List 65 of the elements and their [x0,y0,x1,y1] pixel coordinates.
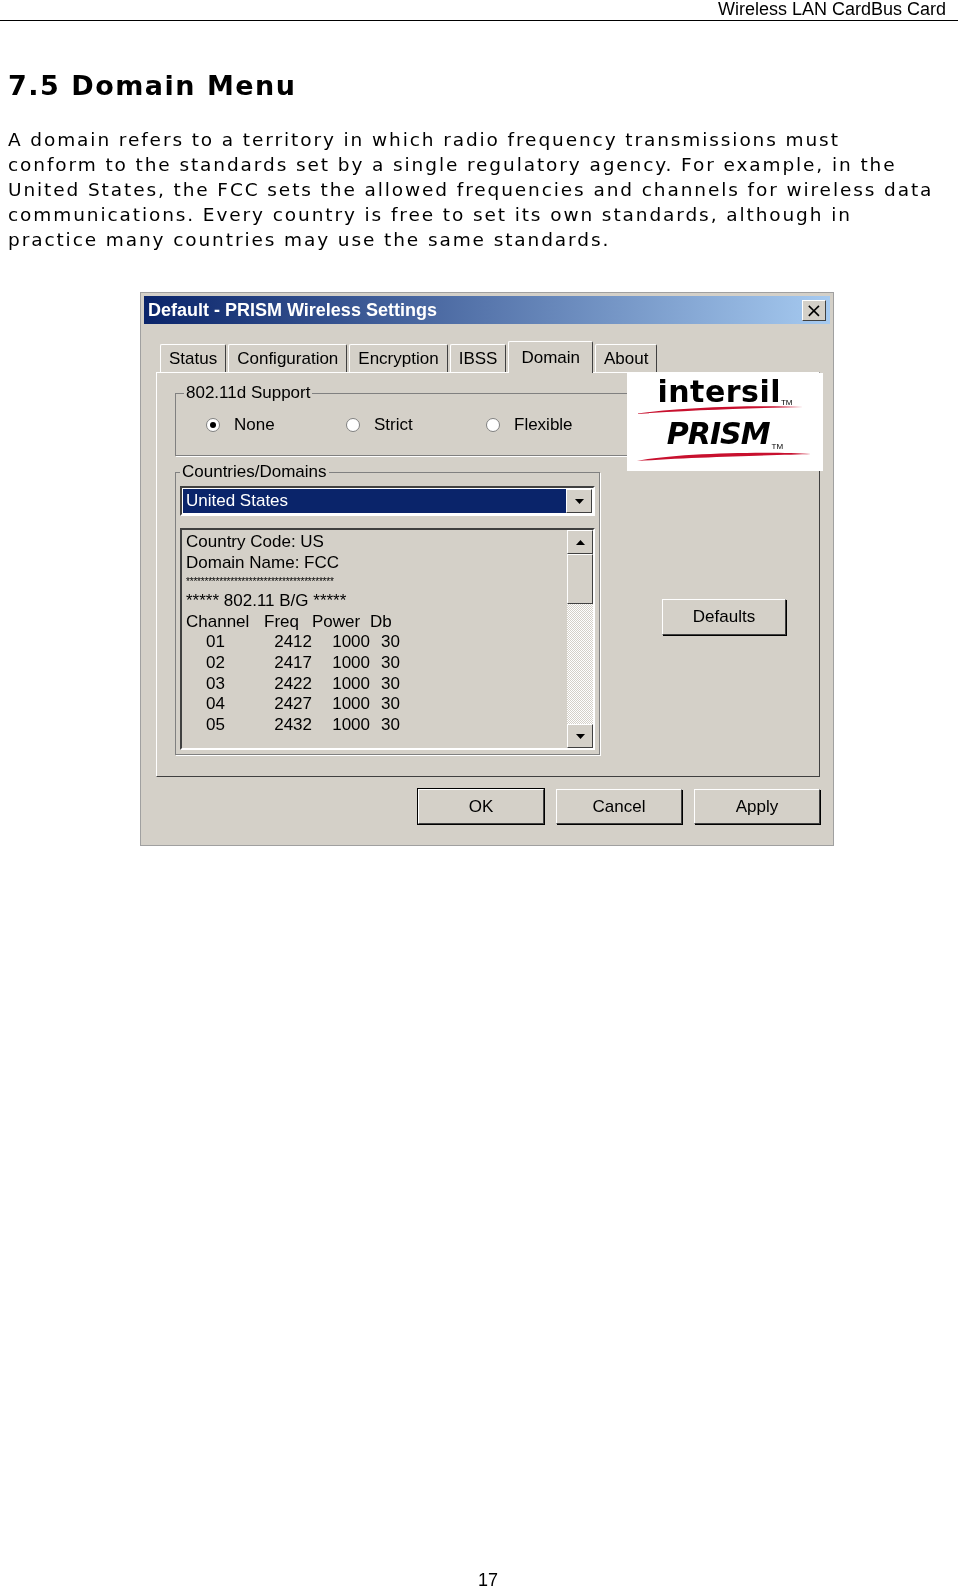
info-line: ***** 802.11 B/G ***** [186,591,348,612]
column-header: Db [370,611,393,633]
dialog-button[interactable]: Cancel [556,789,682,824]
company-logo-text: intersil [657,377,781,407]
dialog-button[interactable]: OK [418,789,544,824]
table-cell-text: 1000 [331,652,370,674]
running-header: Wireless LAN CardBus Card [717,0,946,19]
group-label: Countries/Domains [181,462,328,482]
table-cell-text: 1000 [331,632,370,653]
table-cell-text: 30 [380,652,400,674]
table-cell-text: 30 [380,714,400,736]
scroll-up-icon[interactable] [567,530,593,554]
table-cell-text: 02 [205,652,226,674]
dropdown-value: United States [183,489,566,513]
info-line: **************************************** [186,575,335,590]
scroll-bar[interactable] [567,530,593,748]
page-number: 17 [478,1570,498,1590]
table-cell-text: 04 [205,694,226,715]
radio-option[interactable]: Strict [346,415,486,435]
scroll-down-icon[interactable] [567,724,593,748]
table-cell-text: 2417 [273,652,312,674]
table-cell-text: 1000 [331,714,370,736]
column-header: Power [312,611,362,633]
radio-label: Strict [374,415,413,435]
table-cell-text: 03 [205,673,226,695]
tab[interactable]: About [595,344,658,372]
tab[interactable]: IBSS [449,344,507,372]
product-logo-text: PRISM [666,415,770,451]
radio-button-icon[interactable] [486,418,500,432]
table-cell-text: 30 [380,694,400,715]
country-dropdown[interactable]: United States [180,486,595,516]
radio-label: Flexible [514,415,573,435]
scroll-thumb[interactable] [567,554,593,604]
table-cell-text: 30 [380,673,400,695]
info-line: Country Code: US [186,532,325,553]
table-cell-text: 2432 [273,714,312,736]
column-header: Freq [264,611,300,633]
tab[interactable]: Status [160,344,227,372]
window-title: Default - PRISM Wireless Settings [148,299,437,321]
defaults-button[interactable]: Defaults [662,599,786,635]
radio-option[interactable]: None [206,415,346,435]
group-label: 802.11d Support [185,383,312,403]
table-cell-text: 2412 [273,632,312,653]
table-cell-text: 1000 [331,673,370,695]
dialog-button[interactable]: Apply [694,789,820,824]
radio-button-icon[interactable] [346,418,360,432]
table-cell-text: 30 [380,632,400,653]
body-paragraph: A domain refers to a territory in which radio frequency transmissions must conform to the standards set by a single regulatory agency. For example, in the United States, the FCC sets the allowed frequencies and channels for wireless data communications. Every country is free to set its own standards, although in practice many countries may use the same standards. [8,128,935,252]
table-cell-text: 01 [205,632,226,653]
info-line: Domain Name: FCC [186,552,341,574]
trademark-mark: TM [781,398,793,407]
table-cell-text: 2422 [273,673,312,695]
radio-label: None [234,415,275,435]
column-header: Channel [186,611,251,633]
tab[interactable]: Domain [508,341,593,373]
table-cell-text: 2427 [273,694,312,715]
table-cell-text: 05 [205,714,226,736]
section-heading: 7.5 Domain Menu [8,69,298,103]
radio-option[interactable]: Flexible [486,415,626,435]
trademark-mark: TM [771,442,784,451]
radio-button-icon[interactable] [206,418,220,432]
tab[interactable]: Configuration [228,344,348,372]
close-button[interactable]: × [802,299,826,321]
tab[interactable]: Encryption [349,344,448,372]
table-cell-text: 1000 [331,694,370,715]
